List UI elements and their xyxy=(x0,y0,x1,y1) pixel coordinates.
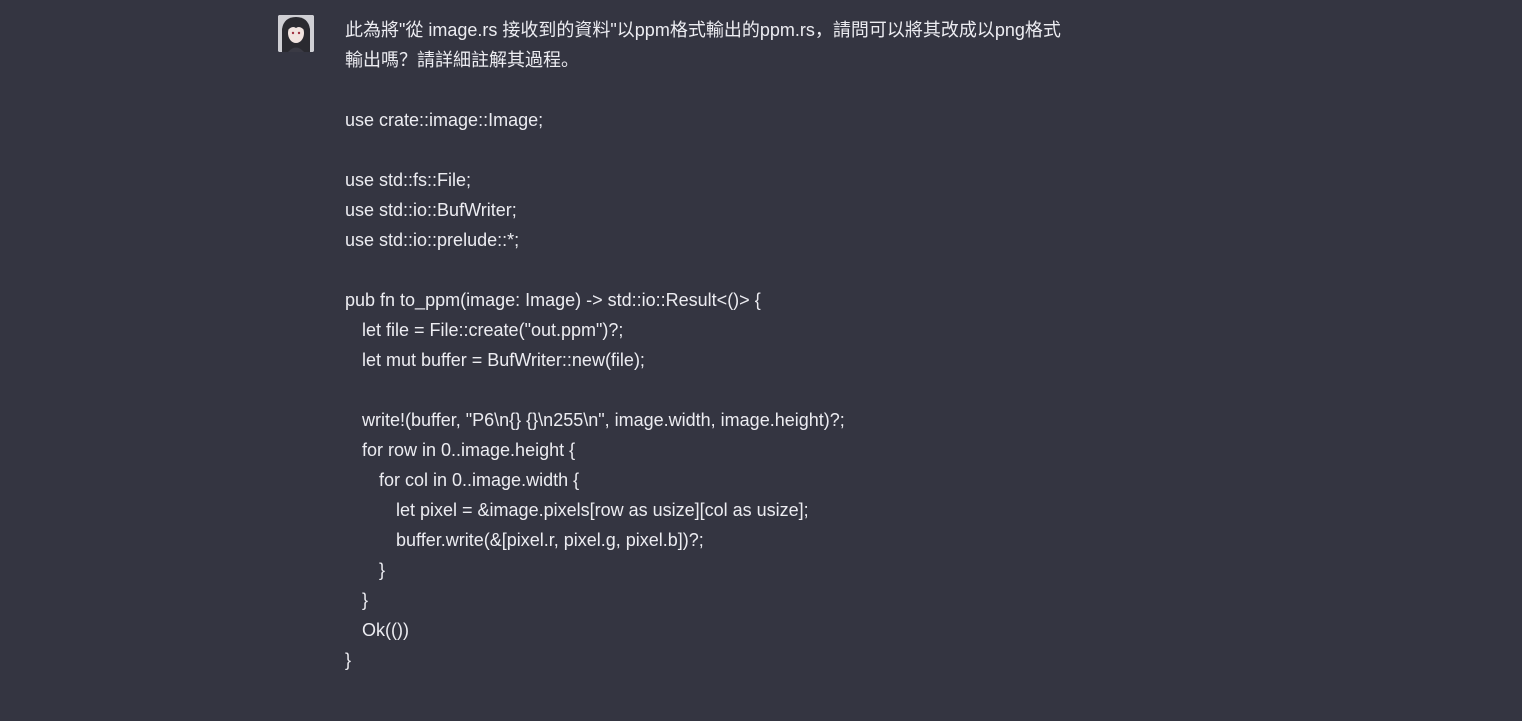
user-message-row: 此為將"從 image.rs 接收到的資料"以ppm格式輸出的ppm.rs，請問… xyxy=(0,0,1522,721)
code-line: } xyxy=(362,590,369,610)
code-line: Ok(()) xyxy=(362,620,409,640)
code-line: use std::io::BufWriter; xyxy=(345,200,517,220)
code-line: for row in 0..image.height { xyxy=(362,440,576,460)
code-line: write!(buffer, "P6\n{} {}\n255\n", image… xyxy=(362,410,845,430)
code-line: use crate::image::Image; xyxy=(345,110,544,130)
code-line: use std::fs::File; xyxy=(345,170,472,190)
code-line: use std::io::prelude::*; xyxy=(345,230,520,250)
code-line: let file = File::create("out.ppm")?; xyxy=(362,320,624,340)
code-line: } xyxy=(345,650,352,670)
prompt-text-line: 輸出嗎？請詳細註解其過程。 xyxy=(345,50,579,70)
prompt-text-line: 此為將"從 image.rs 接收到的資料"以ppm格式輸出的ppm.rs，請問… xyxy=(345,20,1061,40)
code-line: pub fn to_ppm(image: Image) -> std::io::… xyxy=(345,290,761,310)
code-line: let mut buffer = BufWriter::new(file); xyxy=(362,350,645,370)
code-line: } xyxy=(379,560,386,580)
user-avatar xyxy=(278,15,314,52)
message-content: 此為將"從 image.rs 接收到的資料"以ppm格式輸出的ppm.rs，請問… xyxy=(345,15,1165,675)
code-line: for col in 0..image.width { xyxy=(379,470,580,490)
code-line: buffer.write(&[pixel.r, pixel.g, pixel.b… xyxy=(396,530,704,550)
code-line: let pixel = &image.pixels[row as usize][… xyxy=(396,500,809,520)
